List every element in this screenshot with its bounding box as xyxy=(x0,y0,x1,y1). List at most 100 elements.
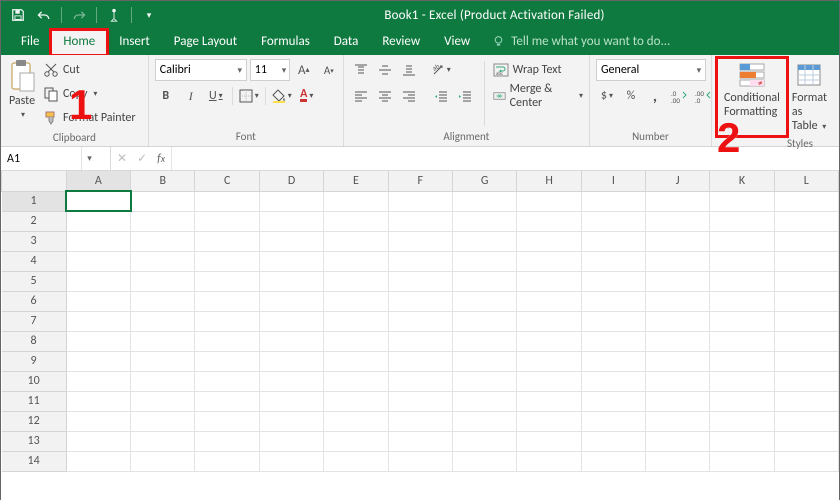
cell[interactable] xyxy=(646,271,710,291)
cell[interactable] xyxy=(774,191,838,211)
cell[interactable] xyxy=(324,311,388,331)
tab-file[interactable]: File xyxy=(9,30,51,55)
font-name-value[interactable] xyxy=(156,63,234,77)
cell[interactable] xyxy=(324,271,388,291)
cell[interactable] xyxy=(581,351,645,371)
font-size-select[interactable]: ▾ xyxy=(250,59,290,81)
cell[interactable] xyxy=(388,191,452,211)
column-header[interactable]: D xyxy=(259,171,323,191)
cell[interactable] xyxy=(581,271,645,291)
cell[interactable] xyxy=(195,291,259,311)
row-header[interactable]: 2 xyxy=(2,211,67,231)
align-bottom-button[interactable] xyxy=(398,59,420,81)
insert-function-button[interactable]: fx xyxy=(157,152,165,166)
cell[interactable] xyxy=(324,371,388,391)
cell[interactable] xyxy=(195,271,259,291)
cell[interactable] xyxy=(131,431,195,451)
cell[interactable] xyxy=(324,391,388,411)
cell[interactable] xyxy=(774,271,838,291)
cell[interactable] xyxy=(710,191,774,211)
cell[interactable] xyxy=(324,191,388,211)
cell[interactable] xyxy=(710,311,774,331)
cell[interactable] xyxy=(774,231,838,251)
cell[interactable] xyxy=(581,251,645,271)
cell[interactable] xyxy=(388,411,452,431)
align-right-button[interactable] xyxy=(398,85,420,107)
cell[interactable] xyxy=(452,411,516,431)
cell[interactable] xyxy=(710,391,774,411)
cell[interactable] xyxy=(774,291,838,311)
cell[interactable] xyxy=(131,191,195,211)
cell[interactable] xyxy=(774,451,838,471)
cell[interactable] xyxy=(452,251,516,271)
column-header[interactable]: L xyxy=(774,171,838,191)
cell[interactable] xyxy=(195,211,259,231)
tab-data[interactable]: Data xyxy=(322,30,371,55)
copy-button[interactable]: Copy▾ xyxy=(43,83,136,105)
cell[interactable] xyxy=(195,191,259,211)
cell[interactable] xyxy=(195,451,259,471)
font-name-select[interactable]: ▾ xyxy=(155,59,247,81)
cell[interactable] xyxy=(646,391,710,411)
cell[interactable] xyxy=(324,251,388,271)
cell[interactable] xyxy=(774,431,838,451)
cell[interactable] xyxy=(388,391,452,411)
underline-button[interactable]: U▾ xyxy=(205,85,227,107)
cell[interactable] xyxy=(581,291,645,311)
cell[interactable] xyxy=(324,231,388,251)
cell[interactable] xyxy=(517,291,581,311)
cell[interactable] xyxy=(452,371,516,391)
cell[interactable] xyxy=(131,371,195,391)
format-painter-button[interactable]: Format Painter xyxy=(43,107,136,129)
cancel-formula-icon[interactable]: ✕ xyxy=(117,151,127,166)
cell[interactable] xyxy=(388,371,452,391)
row-header[interactable]: 10 xyxy=(2,371,67,391)
fill-color-button[interactable]: ▾ xyxy=(271,85,293,107)
cell[interactable] xyxy=(131,311,195,331)
cell[interactable] xyxy=(195,231,259,251)
cell[interactable] xyxy=(66,431,130,451)
number-format-select[interactable]: ▾ xyxy=(596,59,706,81)
cell[interactable] xyxy=(452,291,516,311)
row-header[interactable]: 1 xyxy=(2,191,67,211)
cell[interactable] xyxy=(259,191,323,211)
cell[interactable] xyxy=(388,251,452,271)
tell-me-search[interactable]: Tell me what you want to do... xyxy=(482,30,680,55)
cell[interactable] xyxy=(710,431,774,451)
worksheet-grid[interactable]: ABCDEFGHIJKL 1234567891011121314 xyxy=(1,171,839,501)
row-header[interactable]: 5 xyxy=(2,271,67,291)
cell[interactable] xyxy=(388,211,452,231)
cell[interactable] xyxy=(388,331,452,351)
name-box[interactable]: ▾ xyxy=(1,147,111,170)
column-header[interactable]: C xyxy=(195,171,259,191)
font-size-value[interactable] xyxy=(251,63,279,77)
cell[interactable] xyxy=(646,291,710,311)
name-box-input[interactable] xyxy=(1,152,81,166)
wrap-text-button[interactable]: abc Wrap Text xyxy=(493,59,583,81)
row-header[interactable]: 13 xyxy=(2,431,67,451)
column-header[interactable]: A xyxy=(66,171,130,191)
cell[interactable] xyxy=(710,411,774,431)
cell[interactable] xyxy=(774,331,838,351)
cell[interactable] xyxy=(259,411,323,431)
cell[interactable] xyxy=(710,271,774,291)
column-header[interactable]: K xyxy=(710,171,774,191)
cell[interactable] xyxy=(259,291,323,311)
number-format-value[interactable] xyxy=(597,63,693,77)
touch-mode-icon[interactable] xyxy=(105,6,123,24)
cell[interactable] xyxy=(517,231,581,251)
column-header[interactable]: E xyxy=(324,171,388,191)
cell[interactable] xyxy=(259,371,323,391)
merge-center-button[interactable]: Merge & Center▾ xyxy=(493,85,583,107)
cell[interactable] xyxy=(646,331,710,351)
cell[interactable] xyxy=(66,191,130,211)
bold-button[interactable]: B xyxy=(155,85,177,107)
tab-formulas[interactable]: Formulas xyxy=(249,30,322,55)
cell[interactable] xyxy=(581,311,645,331)
row-header[interactable]: 3 xyxy=(2,231,67,251)
cell[interactable] xyxy=(66,231,130,251)
cell[interactable] xyxy=(259,231,323,251)
cell[interactable] xyxy=(710,231,774,251)
cell[interactable] xyxy=(517,271,581,291)
cell[interactable] xyxy=(452,351,516,371)
